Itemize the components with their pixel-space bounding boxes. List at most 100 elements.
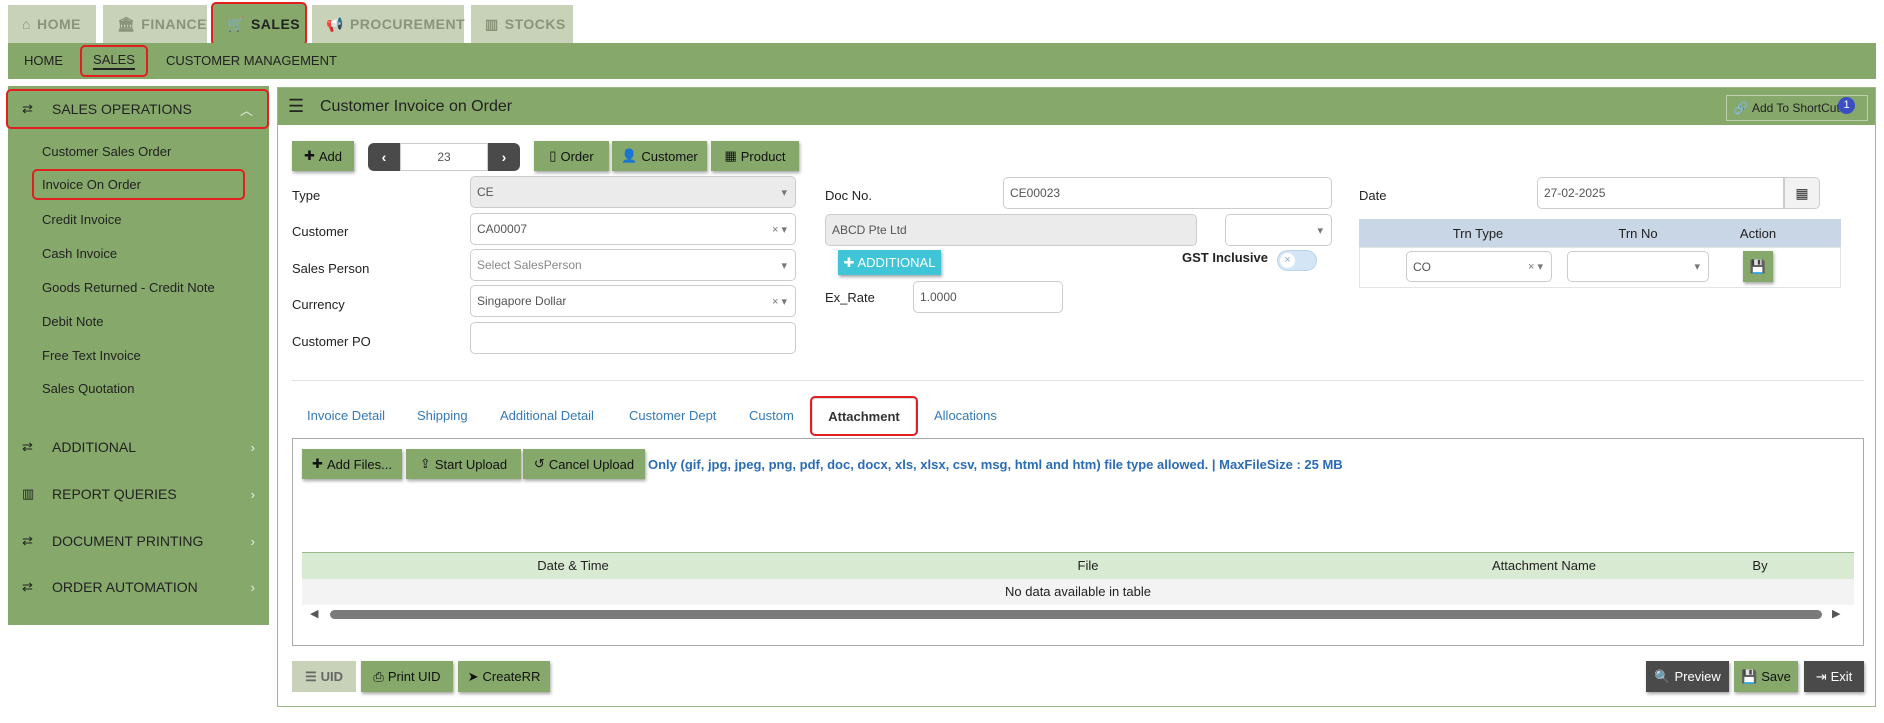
- caret-down-icon: ▾: [781, 186, 787, 199]
- ex-rate-input[interactable]: 1.0000: [913, 281, 1063, 313]
- trn-no-header: Trn No: [1618, 226, 1658, 241]
- sidebar-section-document-printing[interactable]: ⇄ DOCUMENT PRINTING ›: [8, 522, 269, 560]
- next-record-button[interactable]: ›: [488, 143, 520, 171]
- sidebar-section-label: REPORT QUERIES: [52, 486, 177, 502]
- sidebar-item-cash-invoice[interactable]: Cash Invoice: [42, 246, 117, 261]
- trn-type-select[interactable]: CO × ▾: [1406, 251, 1552, 282]
- product-button[interactable]: ▦ Product: [711, 141, 799, 171]
- sales-person-label: Sales Person: [292, 261, 370, 276]
- action-header: Action: [1739, 226, 1777, 241]
- document-icon: ▯: [549, 148, 557, 163]
- sidebar-item-free-text-invoice[interactable]: Free Text Invoice: [42, 348, 141, 363]
- cancel-upload-button[interactable]: ↺ Cancel Upload: [523, 449, 645, 479]
- prev-record-button[interactable]: ‹: [368, 143, 400, 171]
- customer-button[interactable]: 👤 Customer: [612, 141, 707, 171]
- print-uid-label: Print UID: [387, 669, 441, 684]
- top-tab-finance[interactable]: 🏛 FINANCE: [103, 5, 207, 43]
- clear-caret-icon[interactable]: × ▾: [1528, 260, 1543, 273]
- bar-chart-icon: ▥: [22, 486, 35, 501]
- sidebar-section-order-automation[interactable]: ⇄ ORDER AUTOMATION ›: [8, 568, 269, 606]
- file-header: File: [1077, 558, 1099, 573]
- exchange-icon: ⇄: [22, 439, 33, 454]
- file-type-note: Only (gif, jpg, jpeg, png, pdf, doc, doc…: [648, 457, 1343, 472]
- print-icon: ⎙: [373, 668, 384, 684]
- add-files-button[interactable]: ✚ Add Files...: [302, 449, 402, 479]
- top-tab-label: SALES: [250, 16, 301, 32]
- scroll-left-icon[interactable]: ◀: [310, 607, 318, 620]
- customer-select[interactable]: CA00007 × ▾: [470, 213, 796, 245]
- attachment-name-header: Attachment Name: [1491, 558, 1597, 573]
- trn-save-button[interactable]: 💾: [1743, 251, 1773, 282]
- scroll-right-icon[interactable]: ▶: [1832, 607, 1840, 620]
- sub-nav-customer-management[interactable]: CUSTOMER MANAGEMENT: [166, 53, 337, 68]
- order-button[interactable]: ▯ Order: [534, 141, 609, 171]
- preview-button[interactable]: 🔍 Preview: [1646, 661, 1729, 692]
- type-label: Type: [292, 188, 321, 203]
- customer-po-input[interactable]: [470, 322, 796, 354]
- uid-button[interactable]: ☰ UID: [292, 661, 356, 692]
- tab-allocations[interactable]: Allocations: [934, 408, 997, 423]
- currency-select[interactable]: Singapore Dollar × ▾: [470, 285, 796, 317]
- clear-caret-icon[interactable]: × ▾: [772, 295, 787, 308]
- tab-custom[interactable]: Custom: [749, 408, 794, 423]
- sales-person-placeholder: Select SalesPerson: [477, 258, 582, 272]
- exit-button[interactable]: ⇥ Exit: [1804, 661, 1864, 692]
- sidebar-section-report-queries[interactable]: ▥ REPORT QUERIES ›: [8, 475, 269, 513]
- caret-down-icon: ▾: [1317, 224, 1323, 237]
- tab-attachment[interactable]: Attachment: [812, 398, 916, 434]
- sidebar-section-label: ADDITIONAL: [52, 439, 137, 455]
- sidebar-item-goods-returned[interactable]: Goods Returned - Credit Note: [42, 280, 215, 295]
- tab-invoice-detail[interactable]: Invoice Detail: [307, 408, 385, 423]
- sidebar-item-debit-note[interactable]: Debit Note: [42, 314, 103, 329]
- sidebar-section-sales-operations[interactable]: ⇄ SALES OPERATIONS ︿: [8, 91, 267, 127]
- print-uid-button[interactable]: ⎙ Print UID: [361, 661, 453, 692]
- menu-icon[interactable]: ☰: [288, 96, 304, 117]
- customer-extra-select[interactable]: ▾: [1225, 214, 1332, 246]
- tab-additional-detail[interactable]: Additional Detail: [500, 408, 594, 423]
- plus-icon: ✚: [303, 148, 315, 163]
- sub-nav-home[interactable]: HOME: [24, 53, 63, 68]
- sidebar-item-credit-invoice[interactable]: Credit Invoice: [42, 212, 121, 227]
- doc-no-input[interactable]: CE00023: [1003, 177, 1332, 209]
- clear-caret-icon[interactable]: × ▾: [772, 223, 787, 236]
- toggle-knob: ×: [1280, 253, 1295, 268]
- customer-po-label: Customer PO: [292, 334, 371, 349]
- create-rr-button[interactable]: ➤ CreateRR: [458, 661, 550, 692]
- user-icon: 👤: [621, 148, 638, 163]
- type-select[interactable]: CE ▾: [470, 176, 796, 208]
- sales-person-select[interactable]: Select SalesPerson ▾: [470, 249, 796, 281]
- tab-shipping[interactable]: Shipping: [417, 408, 468, 423]
- sidebar-item-customer-sales-order[interactable]: Customer Sales Order: [42, 144, 171, 159]
- trn-no-select[interactable]: ▾: [1567, 251, 1709, 282]
- horizontal-scrollbar[interactable]: [330, 610, 1822, 619]
- tab-customer-dept[interactable]: Customer Dept: [629, 408, 716, 423]
- additional-label: ADDITIONAL: [857, 255, 936, 270]
- divider: [292, 380, 1864, 381]
- start-upload-button[interactable]: ⇪ Start Upload: [406, 449, 521, 479]
- gst-inclusive-toggle[interactable]: ×: [1277, 250, 1317, 271]
- cart-icon: 🛒: [227, 15, 245, 32]
- list-icon: ☰: [304, 668, 317, 684]
- save-button[interactable]: 💾 Save: [1734, 661, 1798, 692]
- sidebar-item-sales-quotation[interactable]: Sales Quotation: [42, 381, 135, 396]
- sidebar-section-additional[interactable]: ⇄ ADDITIONAL ›: [8, 428, 269, 466]
- link-icon: 🔗: [1733, 101, 1748, 115]
- date-input[interactable]: 27-02-2025: [1537, 177, 1784, 209]
- date-time-header: Date & Time: [537, 558, 609, 573]
- add-label: Add: [318, 148, 343, 164]
- top-tab-sales[interactable]: 🛒 SALES: [213, 4, 305, 44]
- top-tab-label: HOME: [36, 16, 81, 32]
- currency-label: Currency: [292, 297, 345, 312]
- add-button[interactable]: ✚ Add: [292, 141, 354, 171]
- customer-value: CA00007: [477, 222, 528, 236]
- top-tab-home[interactable]: ⌂ HOME: [8, 5, 96, 43]
- top-tab-stocks[interactable]: ▥ STOCKS: [471, 5, 573, 43]
- attachment-empty-row: No data available in table: [302, 579, 1854, 605]
- calendar-button[interactable]: ▦: [1784, 177, 1820, 209]
- top-tab-procurement[interactable]: 📢 PROCUREMENT: [312, 5, 465, 43]
- record-number-field[interactable]: 23: [400, 143, 488, 171]
- exchange-icon: ⇄: [22, 579, 33, 594]
- sidebar-item-invoice-on-order[interactable]: Invoice On Order: [34, 171, 243, 198]
- additional-button[interactable]: ✚ ADDITIONAL: [838, 250, 941, 275]
- sub-nav-sales[interactable]: SALES: [82, 47, 146, 75]
